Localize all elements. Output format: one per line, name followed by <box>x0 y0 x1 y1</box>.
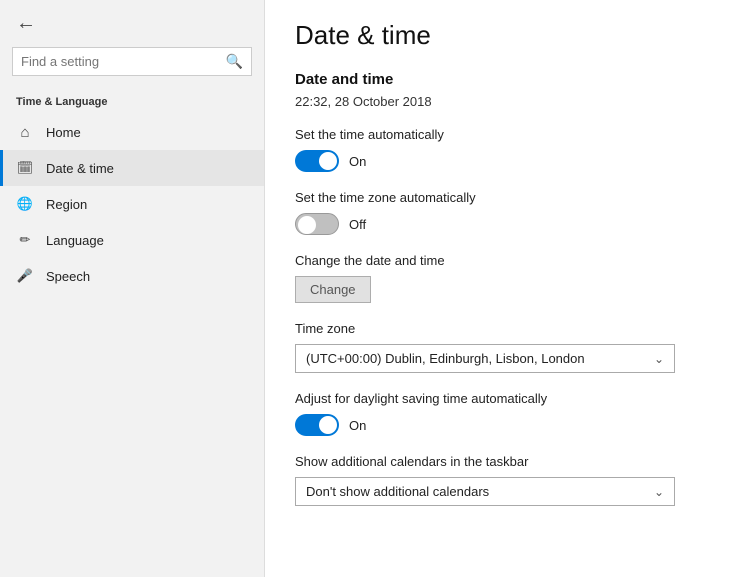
sidebar-item-label-home: Home <box>46 125 81 140</box>
sidebar-item-region[interactable]: 🌐 Region <box>0 186 264 222</box>
timezone-dropdown-row: Time zone (UTC+00:00) Dublin, Edinburgh,… <box>295 321 720 373</box>
daylight-state: On <box>349 418 366 433</box>
search-box[interactable]: 🔍 <box>12 47 252 76</box>
additional-calendars-dropdown[interactable]: Don't show additional calendars ⌄ <box>295 477 675 506</box>
toggle-knob-time-auto <box>319 152 337 170</box>
daylight-toggle-row: On <box>295 414 720 436</box>
additional-calendars-row: Show additional calendars in the taskbar… <box>295 454 720 506</box>
additional-calendars-label: Show additional calendars in the taskbar <box>295 454 720 469</box>
change-button[interactable]: Change <box>295 276 371 303</box>
sidebar-item-language[interactable]: ✏ Language <box>0 222 264 258</box>
sidebar-item-label-date-time: Date & time <box>46 161 114 176</box>
chevron-down-icon: ⌄ <box>654 352 664 366</box>
set-time-auto-state: On <box>349 154 366 169</box>
sidebar-nav: ⌂ Home 🗓 Date & time 🌐 Region ✏ Language… <box>0 114 264 294</box>
calendar-icon: 🗓 <box>16 159 34 177</box>
search-icon: 🔍 <box>226 53 243 70</box>
search-input[interactable] <box>21 54 220 69</box>
timezone-dropdown[interactable]: (UTC+00:00) Dublin, Edinburgh, Lisbon, L… <box>295 344 675 373</box>
set-time-auto-row: Set the time automatically On <box>295 127 720 172</box>
section-label: Time & Language <box>0 88 264 114</box>
set-timezone-auto-state: Off <box>349 217 366 232</box>
daylight-toggle[interactable] <box>295 414 339 436</box>
page-title: Date & time <box>295 20 720 51</box>
home-icon: ⌂ <box>16 123 34 141</box>
language-icon: ✏ <box>16 231 34 249</box>
toggle-knob-daylight <box>319 416 337 434</box>
set-timezone-auto-toggle[interactable] <box>295 213 339 235</box>
set-time-auto-toggle-row: On <box>295 150 720 172</box>
sidebar-item-label-language: Language <box>46 233 104 248</box>
daylight-row: Adjust for daylight saving time automati… <box>295 391 720 436</box>
sidebar-item-date-time[interactable]: 🗓 Date & time <box>0 150 264 186</box>
chevron-down-icon-calendars: ⌄ <box>654 485 664 499</box>
change-datetime-label: Change the date and time <box>295 253 720 268</box>
current-datetime: 22:32, 28 October 2018 <box>295 94 720 109</box>
sidebar-back: ← <box>0 0 264 47</box>
toggle-knob-timezone-auto <box>298 216 316 234</box>
sidebar-item-speech[interactable]: 🎤 Speech <box>0 258 264 294</box>
set-timezone-auto-label: Set the time zone automatically <box>295 190 720 205</box>
speech-icon: 🎤 <box>16 267 34 285</box>
set-time-auto-toggle[interactable] <box>295 150 339 172</box>
main-content: Date & time Date and time 22:32, 28 Octo… <box>265 0 750 577</box>
set-timezone-auto-row: Set the time zone automatically Off <box>295 190 720 235</box>
sidebar-item-label-speech: Speech <box>46 269 90 284</box>
sidebar-item-home[interactable]: ⌂ Home <box>0 114 264 150</box>
set-timezone-auto-toggle-row: Off <box>295 213 720 235</box>
timezone-label: Time zone <box>295 321 720 336</box>
region-icon: 🌐 <box>16 195 34 213</box>
set-time-auto-label: Set the time automatically <box>295 127 720 142</box>
change-datetime-row: Change the date and time Change <box>295 253 720 303</box>
additional-calendars-value: Don't show additional calendars <box>306 484 489 499</box>
date-time-section-title: Date and time <box>295 71 720 88</box>
timezone-value: (UTC+00:00) Dublin, Edinburgh, Lisbon, L… <box>306 351 585 366</box>
sidebar: ← 🔍 Time & Language ⌂ Home 🗓 Date & time… <box>0 0 265 577</box>
daylight-label: Adjust for daylight saving time automati… <box>295 391 720 406</box>
sidebar-item-label-region: Region <box>46 197 87 212</box>
